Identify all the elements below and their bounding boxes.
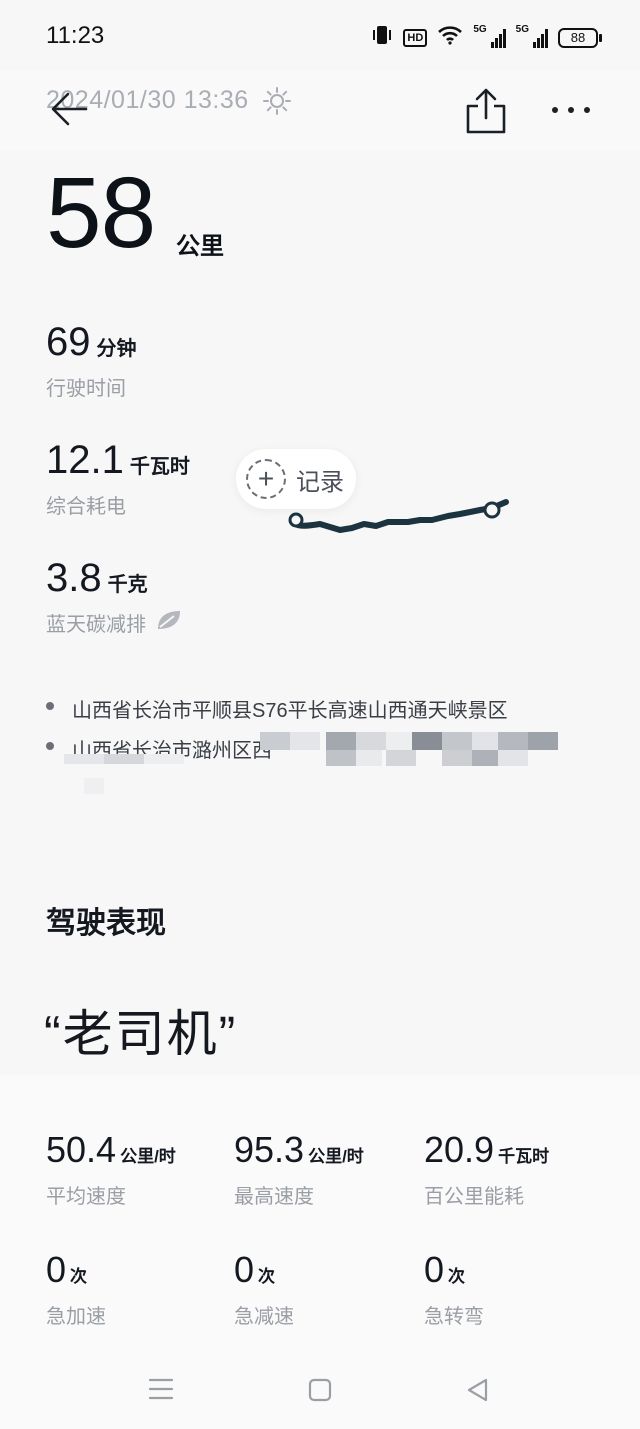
metric-unit: 次: [70, 1267, 88, 1286]
energy-unit: 千瓦时: [129, 456, 190, 478]
metric-label: 急加速: [46, 1306, 106, 1328]
duration-unit: 分钟: [96, 338, 137, 360]
trip-distance-value: 58: [46, 157, 156, 269]
metric-unit: 千瓦时: [498, 1147, 550, 1166]
carbon-label: 蓝天碳减排: [46, 614, 146, 636]
metric-value: 0: [46, 1249, 67, 1290]
metric-label: 百公里能耗: [424, 1186, 524, 1208]
metric-hard-brake: 0次 急减速: [234, 1250, 294, 1329]
metric-label: 急减速: [234, 1306, 294, 1328]
duration-label: 行驶时间: [46, 378, 126, 400]
address-dot-start: [46, 702, 54, 710]
record-button-label: 记录: [296, 468, 344, 496]
metric-label: 最高速度: [234, 1186, 314, 1208]
network-type-2: 5G: [515, 24, 529, 35]
metric-unit: 公里/时: [120, 1147, 176, 1166]
signal-icon: [490, 28, 506, 48]
vibrate-icon: [371, 24, 393, 51]
record-button[interactable]: + 记录: [236, 449, 356, 509]
driving-section-title: 驾驶表现: [46, 907, 166, 940]
address-dot-end: [46, 742, 54, 750]
metric-value: 20.9: [424, 1129, 495, 1170]
energy-value: 12.1: [46, 438, 124, 482]
metric-value: 50.4: [46, 1129, 117, 1170]
driver-nickname: “老司机”: [44, 1006, 238, 1062]
hd-badge: HD: [403, 28, 428, 47]
metric-avg-speed: 50.4 公里/时 平均速度: [46, 1130, 176, 1209]
redacted-mosaic: [260, 732, 560, 773]
battery-indicator: 88: [558, 27, 602, 48]
share-icon[interactable]: [464, 88, 508, 139]
metric-unit: 次: [448, 1267, 466, 1286]
more-icon[interactable]: [550, 100, 592, 125]
duration-stat: 69 分钟 行驶时间: [46, 320, 137, 401]
metric-value: 95.3: [234, 1129, 305, 1170]
metric-sharp-turn: 0次 急转弯: [424, 1250, 484, 1329]
status-icons: HD 5G 5G 88: [371, 24, 602, 51]
redacted-mosaic-2: [64, 754, 194, 799]
wifi-icon: [437, 25, 463, 50]
metric-hard-accel: 0次 急加速: [46, 1250, 106, 1329]
leaf-icon: [156, 609, 182, 637]
metric-label: 平均速度: [46, 1186, 126, 1208]
signal-icon-2: [533, 28, 548, 48]
metric-label: 急转弯: [424, 1306, 484, 1328]
carbon-value: 3.8: [46, 556, 102, 600]
energy-stat: 12.1 千瓦时 综合耗电: [46, 438, 190, 519]
metric-value: 0: [424, 1249, 445, 1290]
back-arrow-icon[interactable]: [48, 88, 90, 135]
trip-distance-unit: 公里: [176, 233, 224, 260]
metric-unit: 次: [258, 1267, 276, 1286]
home-icon[interactable]: [308, 1378, 332, 1407]
duration-value: 69: [46, 320, 91, 364]
metric-energy-per-100km: 20.9 千瓦时 百公里能耗: [424, 1130, 549, 1209]
carbon-unit: 千克: [107, 574, 148, 596]
carbon-stat: 3.8 千克 蓝天碳减排: [46, 556, 182, 637]
menu-icon[interactable]: [148, 1377, 174, 1406]
status-time: 11:23: [46, 22, 105, 49]
sun-icon: [262, 86, 292, 121]
back-nav-icon[interactable]: [466, 1378, 490, 1407]
metric-unit: 公里/时: [308, 1147, 364, 1166]
start-address: 山西省长治市平顺县S76平长高速山西通天峡景区: [72, 700, 508, 722]
energy-label: 综合耗电: [46, 496, 126, 518]
metric-value: 0: [234, 1249, 255, 1290]
metric-max-speed: 95.3 公里/时 最高速度: [234, 1130, 364, 1209]
plus-icon: +: [246, 459, 286, 499]
network-type-1: 5G: [473, 24, 487, 35]
